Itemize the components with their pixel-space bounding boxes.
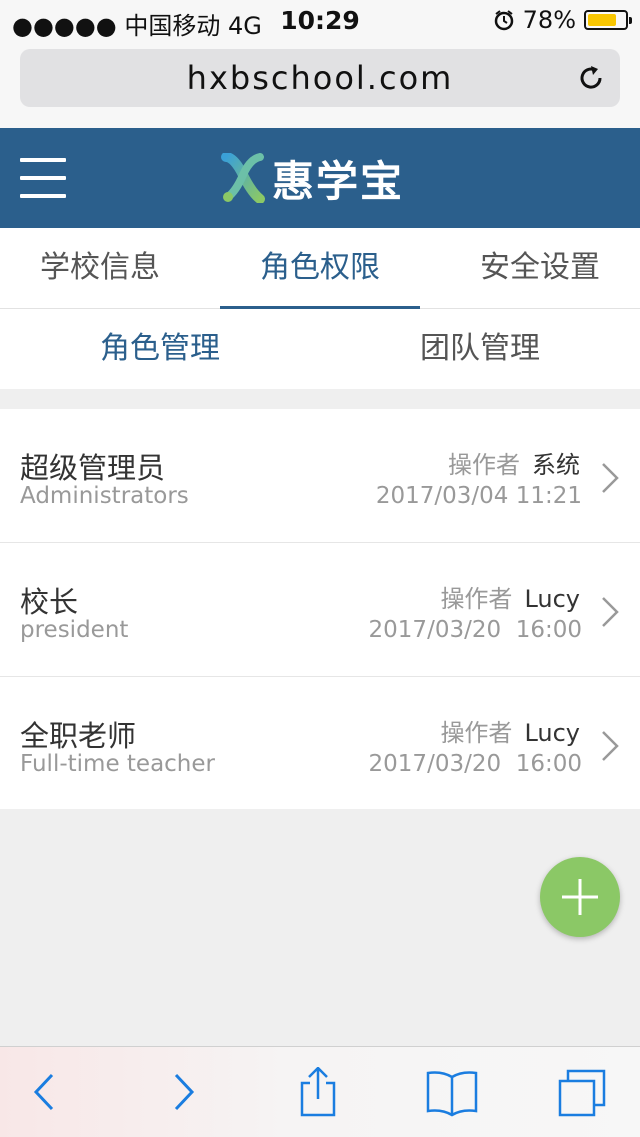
back-icon[interactable]: [14, 1067, 74, 1117]
tab-security-settings[interactable]: 安全设置: [440, 228, 640, 308]
operator-label: 操作者: [440, 719, 513, 747]
subtab-team-management[interactable]: 团队管理: [320, 309, 640, 389]
browser-bar: hxbschool.com: [0, 40, 640, 128]
role-date: 2017/03/20 16:00: [368, 751, 582, 777]
battery-percent: 78%: [522, 6, 576, 34]
url-text: hxbschool.com: [186, 59, 454, 97]
list-item[interactable]: 全职老师 Full-time teacher 操作者 Lucy 2017/03/2…: [0, 677, 640, 809]
status-right: 78%: [493, 6, 632, 34]
add-role-button[interactable]: [540, 857, 620, 937]
chevron-right-icon: [602, 463, 619, 493]
role-date: 2017/03/20 16:00: [368, 617, 582, 643]
bookmarks-icon[interactable]: [422, 1067, 482, 1117]
logo-mark-icon: [221, 153, 265, 203]
list-item[interactable]: 校长 president 操作者 Lucy 2017/03/20 16:00: [0, 543, 640, 677]
app-header: 惠学宝: [0, 128, 640, 228]
menu-icon[interactable]: [20, 158, 66, 198]
chevron-right-icon: [602, 597, 619, 627]
chevron-right-icon: [602, 731, 619, 761]
role-list: 超级管理员 Administrators 操作者 系统 2017/03/04 11…: [0, 409, 640, 809]
logo: 惠学宝: [220, 150, 404, 206]
role-title: 超级管理员: [20, 451, 166, 485]
forward-icon[interactable]: [154, 1067, 214, 1117]
plus-icon: [562, 879, 598, 915]
list-item[interactable]: 超级管理员 Administrators 操作者 系统 2017/03/04 11…: [0, 409, 640, 543]
operator-label: 操作者: [448, 451, 520, 479]
sub-tabs: 角色管理 团队管理: [0, 309, 640, 389]
battery-level: [588, 14, 617, 26]
role-subtitle: Administrators: [20, 483, 189, 509]
operator-name: Lucy: [524, 585, 580, 613]
role-operator: 操作者 Lucy: [440, 579, 580, 614]
role-title: 校长: [20, 585, 79, 619]
main-tabs: 学校信息 角色权限 安全设置: [0, 228, 640, 309]
role-operator: 操作者 Lucy: [440, 713, 580, 748]
battery-icon: [584, 10, 632, 30]
role-subtitle: president: [20, 617, 129, 643]
status-bar: ●●●●● 中国移动 4G 10:29 78%: [0, 0, 640, 40]
alarm-clock-icon: [494, 10, 513, 31]
address-bar[interactable]: hxbschool.com: [20, 49, 620, 107]
role-date: 2017/03/04 11:21: [375, 483, 582, 509]
tab-school-info[interactable]: 学校信息: [0, 228, 200, 308]
operator-name: Lucy: [524, 719, 580, 747]
browser-toolbar: [0, 1046, 640, 1137]
reload-icon[interactable]: [576, 63, 606, 93]
subtab-role-management[interactable]: 角色管理: [0, 309, 320, 389]
role-operator: 操作者 系统: [448, 445, 580, 480]
role-subtitle: Full-time teacher: [20, 751, 215, 777]
share-icon[interactable]: [288, 1067, 348, 1117]
tabs-icon[interactable]: [552, 1067, 612, 1117]
tab-role-permissions[interactable]: 角色权限: [220, 228, 420, 309]
logo-text: 惠学宝: [272, 156, 405, 206]
operator-label: 操作者: [440, 585, 513, 613]
role-title: 全职老师: [20, 719, 137, 753]
operator-name: 系统: [532, 451, 580, 479]
